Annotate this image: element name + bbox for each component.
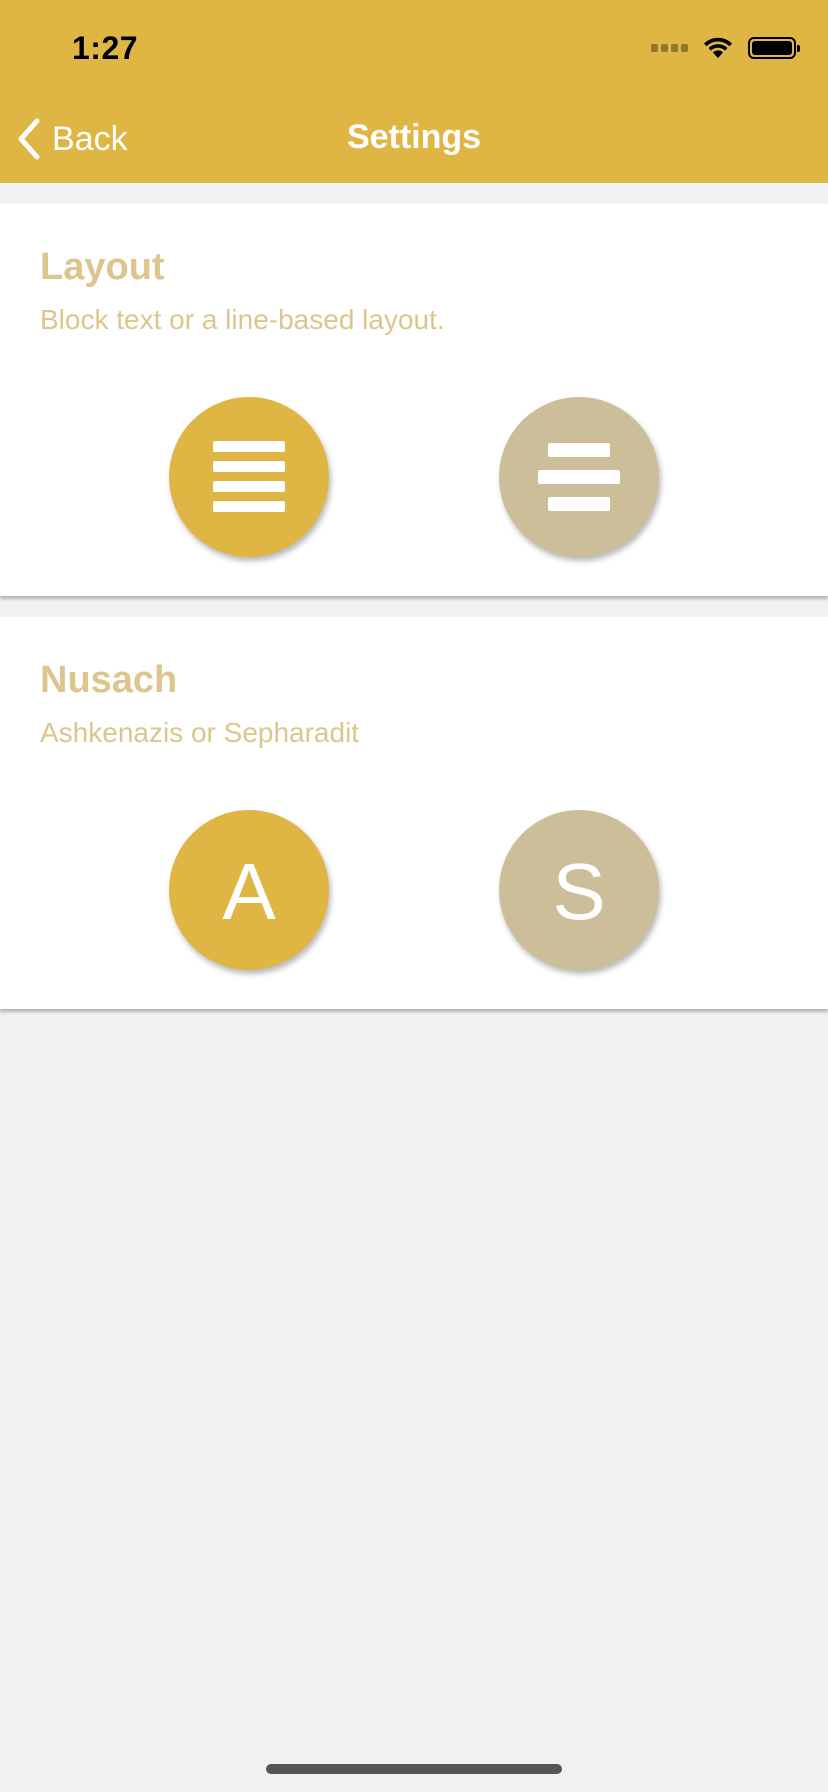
section-title: Nusach xyxy=(40,659,178,701)
sepharadit-button[interactable]: S xyxy=(499,810,659,970)
battery-icon xyxy=(748,37,800,59)
ashkenazis-letter: A xyxy=(222,847,276,936)
line-based-icon xyxy=(538,443,620,511)
line-based-layout-button[interactable] xyxy=(499,397,659,557)
section-title: Layout xyxy=(40,246,165,288)
nusach-section: Nusach Ashkenazis or Sepharadit A S xyxy=(0,617,828,1009)
section-subtitle: Block text or a line-based layout. xyxy=(40,304,445,335)
home-indicator[interactable] xyxy=(266,1764,562,1774)
section-subtitle: Ashkenazis or Sepharadit xyxy=(40,717,360,748)
status-time: 1:27 xyxy=(72,30,139,66)
ashkenazis-button[interactable]: A xyxy=(169,810,329,970)
status-icons xyxy=(651,36,800,60)
navigation-header: 1:27 Back Settings xyxy=(0,0,828,183)
block-text-layout-button[interactable] xyxy=(169,397,329,557)
page-title: Settings xyxy=(346,118,482,156)
wifi-icon xyxy=(704,37,732,58)
sepharadit-letter: S xyxy=(552,847,606,936)
cellular-signal-icon xyxy=(651,44,688,52)
block-text-icon xyxy=(213,441,285,512)
layout-section: Layout Block text or a line-based layout… xyxy=(0,204,828,596)
